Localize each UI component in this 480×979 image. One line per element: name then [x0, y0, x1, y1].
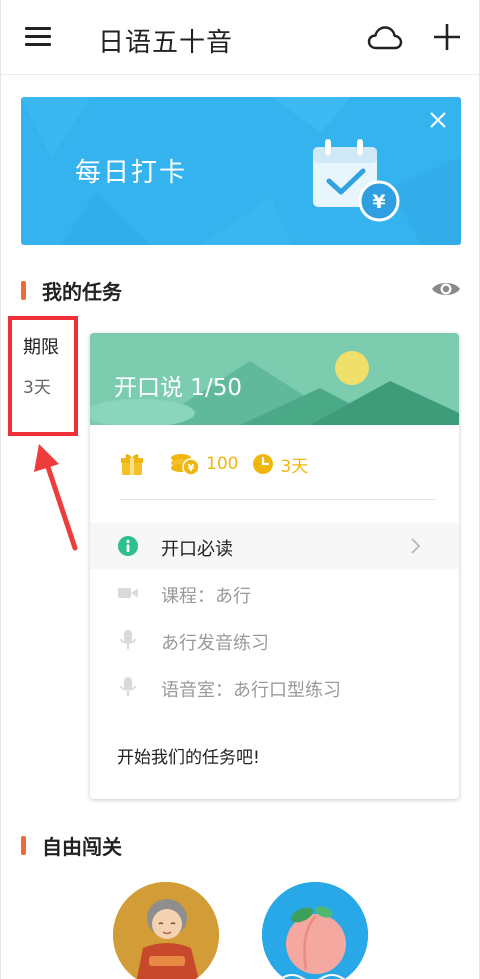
svg-text:¥: ¥	[372, 191, 385, 213]
step-item-must-read[interactable]: 开口必读	[90, 523, 459, 569]
video-camera-icon	[118, 588, 138, 598]
section-accent-bar	[21, 835, 26, 855]
info-icon	[118, 536, 138, 556]
step-item-voice-room[interactable]: 语音室：あ行口型练习	[90, 664, 459, 710]
eye-icon[interactable]	[431, 279, 461, 299]
microphone-icon	[120, 677, 136, 696]
step-label: あ行发音练习	[161, 633, 269, 654]
free-levels-header: 自由闯关	[21, 832, 122, 859]
my-tasks-header: 我的任务	[21, 277, 122, 304]
section-accent-bar	[21, 280, 26, 300]
coins-icon: ¥	[171, 454, 200, 476]
microphone-icon	[120, 630, 136, 649]
app-screen: 日语五十音 每日打卡 ¥ 我的任务 期限 3天 开口说 1/50 ¥ 100 3…	[0, 0, 480, 979]
step-item-course[interactable]: 课程：あ行	[90, 570, 459, 616]
level-item-grandmother[interactable]	[113, 882, 219, 979]
step-label: 语音室：あ行口型练习	[161, 680, 341, 701]
level-item-peach[interactable]	[262, 882, 368, 979]
deadline-label: 期限	[23, 337, 59, 358]
svg-text:¥: ¥	[188, 463, 195, 474]
duration-value: 3天	[280, 456, 309, 477]
peach-icon	[262, 882, 368, 979]
top-bar: 日语五十音	[1, 0, 479, 75]
menu-icon[interactable]	[25, 27, 51, 47]
daily-checkin-banner[interactable]: 每日打卡 ¥	[21, 97, 461, 245]
annotation-arrow	[34, 444, 78, 551]
step-label: 课程：あ行	[161, 586, 251, 607]
grandmother-avatar-icon	[113, 882, 219, 979]
step-item-pronunciation[interactable]: あ行发音练习	[90, 617, 459, 663]
task-card[interactable]: 开口说 1/50 ¥ 100 3天 开口必读 课程：あ行 あ行发音练习 语音室：…	[90, 333, 459, 799]
banner-text: 每日打卡	[75, 158, 188, 188]
card-divider	[120, 499, 436, 500]
task-hero: 开口说 1/50	[90, 333, 459, 425]
calendar-check-yen-icon: ¥	[313, 139, 400, 222]
deadline-value: 3天	[23, 378, 51, 398]
gift-icon	[121, 454, 143, 475]
step-label: 开口必读	[161, 539, 233, 560]
chevron-right-icon	[411, 538, 421, 554]
my-tasks-title: 我的任务	[42, 279, 122, 304]
free-levels-title: 自由闯关	[42, 834, 122, 859]
app-title: 日语五十音	[98, 28, 234, 58]
task-rewards: ¥ 100 3天	[120, 451, 322, 477]
task-start-text: 开始我们的任务吧!	[117, 748, 260, 768]
task-title: 开口说 1/50	[114, 375, 242, 401]
cloud-icon[interactable]	[367, 24, 403, 52]
clock-icon	[253, 454, 274, 474]
close-icon[interactable]	[429, 111, 447, 129]
coins-value: 100	[206, 454, 239, 474]
plus-icon[interactable]	[432, 22, 462, 52]
